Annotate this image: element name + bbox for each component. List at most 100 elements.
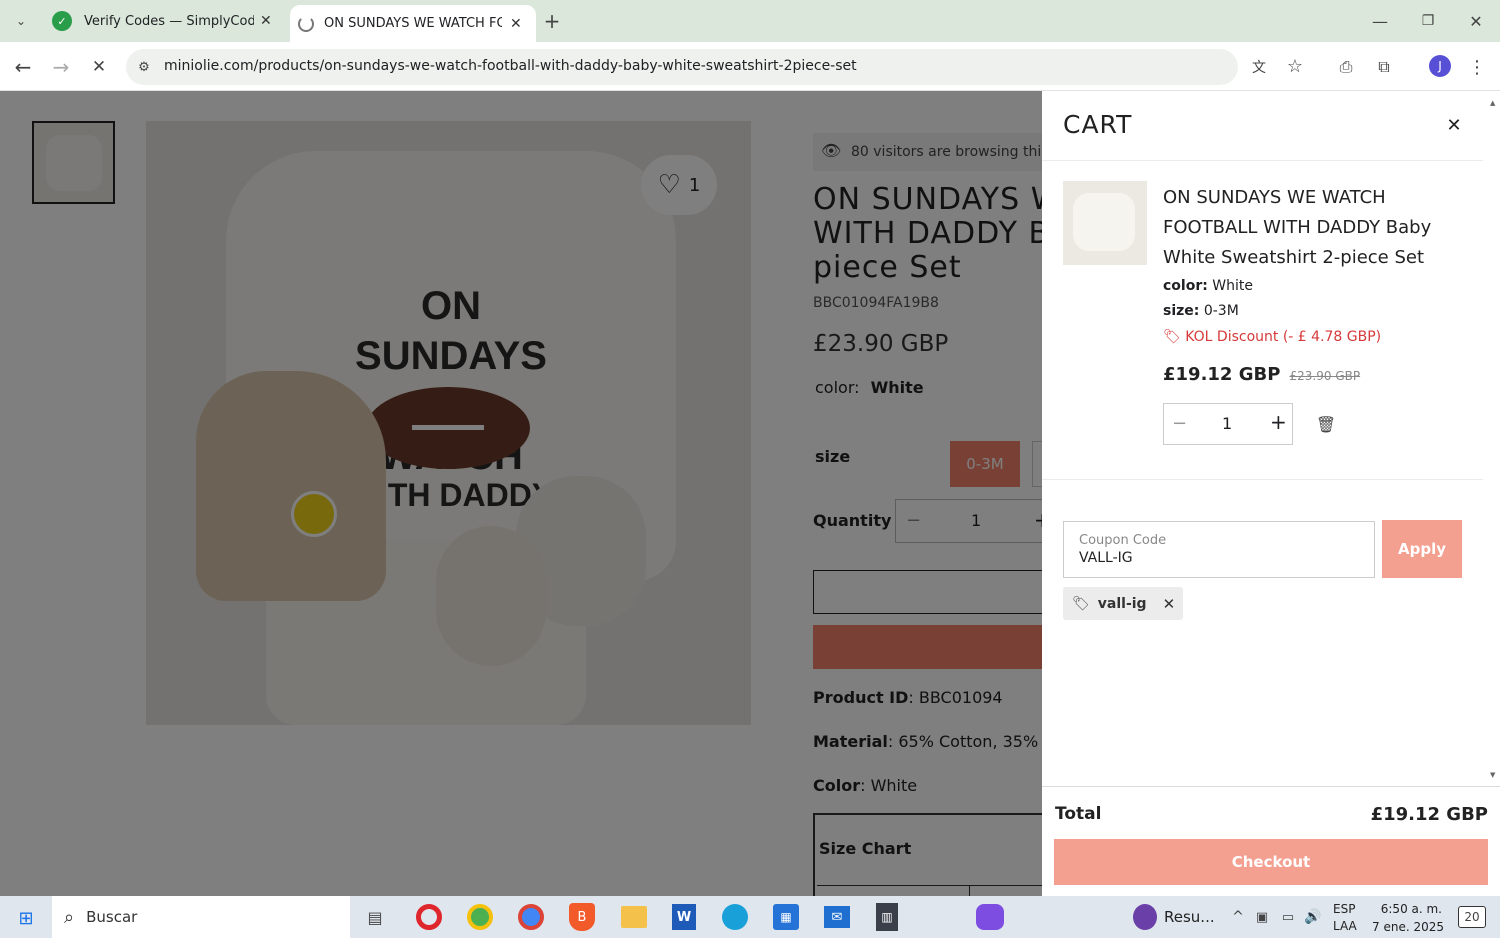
lang-layout: LAA: [1333, 919, 1357, 933]
url-text[interactable]: miniolie.com/products/on-sundays-we-watc…: [164, 58, 857, 74]
show-hidden-icons[interactable]: ^: [1228, 906, 1248, 928]
cart-item-title-line: White Sweatshirt 2-piece Set: [1163, 247, 1425, 268]
tab-title: Verify Codes — SimplyCodes: [84, 13, 254, 29]
trash-icon[interactable]: 🗑: [1314, 411, 1338, 437]
profile-avatar[interactable]: J: [1429, 55, 1451, 77]
forward-icon[interactable]: →: [48, 54, 74, 80]
site-info-icon[interactable]: ⚙: [134, 57, 154, 77]
volume-icon[interactable]: 🔊: [1302, 906, 1324, 928]
discount-tag-icon: 🏷: [1163, 329, 1181, 345]
clock[interactable]: 6:50 a. m. 7 ene. 2025: [1372, 900, 1444, 936]
restore-icon[interactable]: ❐: [1416, 9, 1440, 33]
tab-strip: ⌄ ✓ Verify Codes — SimplyCodes ✕ ON SUND…: [0, 0, 1500, 42]
tab-miniolie-product[interactable]: ON SUNDAYS WE WATCH FOOTBALL ✕: [290, 5, 536, 42]
lang-code: ESP: [1333, 902, 1356, 916]
bookmark-star-icon[interactable]: ☆: [1284, 55, 1306, 77]
menu-kebab-icon[interactable]: ⋮: [1466, 55, 1488, 79]
cart-item-size: size: 0-3M: [1163, 303, 1239, 319]
taskbar-search[interactable]: ⌕ Buscar: [52, 896, 350, 938]
tab-verify-codes[interactable]: ✓ Verify Codes — SimplyCodes ✕: [42, 0, 286, 42]
close-cart-icon[interactable]: ✕: [1442, 113, 1466, 137]
meet-icon[interactable]: ▣: [1252, 906, 1272, 928]
windows-start-icon[interactable]: ⊞: [14, 906, 38, 930]
store-icon[interactable]: ▦: [773, 904, 799, 930]
scroll-down-icon[interactable]: ▼: [1490, 771, 1496, 779]
search-icon: ⌕: [64, 906, 75, 928]
remove-code-icon[interactable]: ✕: [1163, 595, 1176, 613]
resume-app-icon[interactable]: [1133, 904, 1157, 930]
applied-code: vall-ig: [1097, 595, 1147, 612]
chrome-profile-icon[interactable]: [467, 904, 493, 930]
cart-item-price: £19.12 GBP £23.90 GBP: [1163, 364, 1360, 385]
word-icon[interactable]: W: [672, 904, 696, 930]
copilot-icon[interactable]: [976, 904, 1004, 930]
simplycodes-icon: ✓: [52, 11, 72, 31]
language-indicator[interactable]: ESP LAA: [1333, 901, 1357, 935]
divider: [1042, 479, 1483, 480]
cart-quantity-stepper: − 1 +: [1163, 403, 1293, 445]
total-value: £19.12 GBP: [1370, 804, 1488, 825]
cart-title: CART: [1063, 110, 1133, 139]
network-icon[interactable]: ▭: [1278, 906, 1298, 928]
cart-item-color: color: White: [1163, 278, 1253, 294]
new-tab-icon[interactable]: +: [540, 9, 564, 33]
coupon-value: VALL-IG: [1079, 550, 1133, 566]
clock-time: 6:50 a. m.: [1380, 902, 1442, 916]
extensions-puzzle-icon[interactable]: ⧉: [1372, 55, 1396, 79]
discount-text: KOL Discount (- £ 4.78 GBP): [1185, 329, 1382, 345]
web-page: ON SUNDAYS WE WATCH WITH DADDY ♡ 1 👁 80 …: [0, 91, 1500, 896]
original-price: £23.90 GBP: [1289, 369, 1361, 383]
resume-label[interactable]: Resu...: [1164, 908, 1215, 926]
translate-icon[interactable]: 文: [1248, 56, 1270, 78]
cart-item-title-line: ON SUNDAYS WE WATCH: [1163, 187, 1386, 208]
cart-color-label: color:: [1163, 278, 1208, 294]
windows-taskbar: ⊞ ⌕ Buscar ▤ B W ▦ ✉ ▥ Resu... ^ ▣ ▭ 🔊 E…: [0, 896, 1500, 938]
cart-discount: 🏷 KOL Discount (- £ 4.78 GBP): [1163, 329, 1381, 345]
sale-price: £19.12 GBP: [1163, 364, 1281, 385]
cart-drawer: CART ✕ ON SUNDAYS WE WATCH FOOTBALL WITH…: [1042, 91, 1500, 896]
applied-code-chip: 🏷 vall-ig ✕: [1063, 587, 1183, 620]
opera-icon[interactable]: [416, 904, 442, 930]
clock-date: 7 ene. 2025: [1372, 920, 1444, 934]
loading-icon: [298, 15, 314, 32]
mail-icon[interactable]: ✉: [824, 906, 850, 928]
increase-icon[interactable]: +: [1270, 410, 1287, 434]
search-placeholder: Buscar: [86, 908, 138, 926]
coupon-placeholder: Coupon Code: [1079, 533, 1167, 548]
scroll-up-icon[interactable]: ▲: [1490, 99, 1496, 107]
task-view-icon[interactable]: ▤: [362, 904, 388, 930]
cart-item-image[interactable]: [1063, 181, 1147, 265]
close-tab-icon[interactable]: ✕: [510, 16, 522, 32]
divider: [1042, 786, 1500, 787]
cart-backdrop[interactable]: [0, 91, 1042, 896]
decrease-icon[interactable]: −: [1172, 413, 1187, 434]
tab-search-chevron-icon[interactable]: ⌄: [8, 9, 34, 33]
edge-icon[interactable]: [722, 904, 748, 930]
divider: [1042, 160, 1483, 161]
cart-quantity-value: 1: [1222, 414, 1233, 433]
close-tab-icon[interactable]: ✕: [260, 13, 272, 29]
cart-item-title-line: FOOTBALL WITH DADDY Baby: [1163, 217, 1432, 238]
close-window-icon[interactable]: ✕: [1464, 9, 1488, 33]
cart-item-garment: [1073, 193, 1135, 251]
stop-loading-icon[interactable]: ✕: [86, 54, 112, 80]
file-explorer-icon[interactable]: [621, 906, 647, 928]
calculator-icon[interactable]: ▥: [876, 903, 898, 931]
notifications-badge[interactable]: 20: [1458, 906, 1486, 928]
tab-title: ON SUNDAYS WE WATCH FOOTBALL: [324, 16, 502, 31]
tag-icon: 🏷: [1072, 595, 1090, 612]
cart-size-value: 0-3M: [1203, 303, 1239, 319]
apply-coupon-button[interactable]: Apply: [1382, 520, 1462, 578]
total-label: Total: [1055, 804, 1102, 824]
checkout-button[interactable]: Checkout: [1054, 839, 1488, 885]
cart-item-title[interactable]: ON SUNDAYS WE WATCH FOOTBALL WITH DADDY …: [1163, 183, 1431, 273]
coupon-input[interactable]: Coupon Code VALL-IG: [1063, 521, 1375, 578]
cart-size-label: size:: [1163, 303, 1200, 319]
brave-icon[interactable]: B: [569, 903, 595, 931]
chrome-icon[interactable]: [518, 904, 544, 930]
minimize-icon[interactable]: —: [1368, 9, 1392, 33]
address-bar[interactable]: ⚙ miniolie.com/products/on-sundays-we-wa…: [126, 49, 1303, 85]
back-icon[interactable]: ←: [10, 54, 36, 80]
extension-printer-icon[interactable]: ⎙: [1334, 55, 1358, 79]
cart-color-value: White: [1212, 278, 1254, 294]
